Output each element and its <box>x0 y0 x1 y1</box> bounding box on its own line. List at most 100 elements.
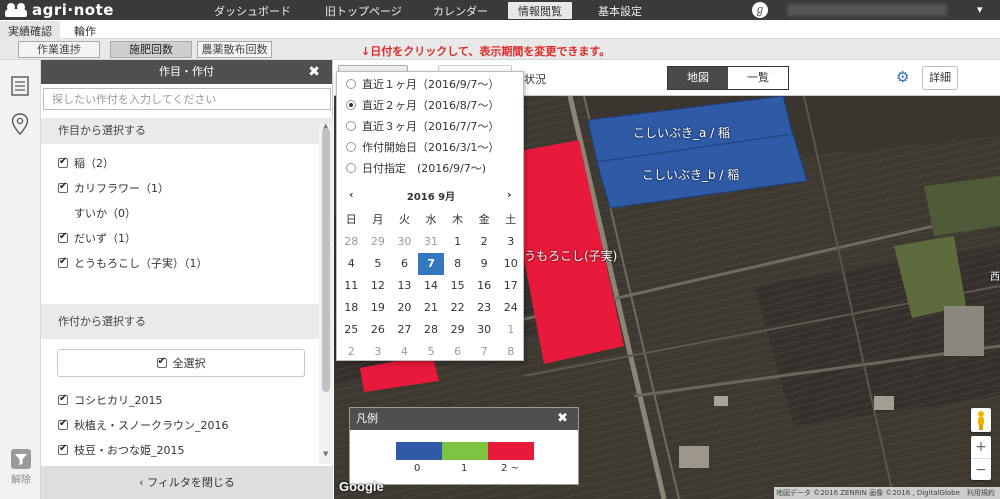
panel-scrollbar[interactable]: ▲ ▼ <box>319 122 333 464</box>
crop-row-soybean[interactable]: だいず（1） <box>41 225 333 250</box>
nav-old-top[interactable]: 旧トップページ <box>325 3 402 19</box>
calendar-day[interactable]: 16 <box>471 275 498 297</box>
map-attribution[interactable]: 地図データ ©2016 ZENRIN 画像 ©2016 , DigitalGlo… <box>774 487 1000 499</box>
user-menu-chevron-icon[interactable]: ▾ <box>977 3 983 16</box>
calendar-day[interactable]: 15 <box>444 275 471 297</box>
calendar-day[interactable]: 23 <box>471 297 498 319</box>
calendar-day[interactable]: 1 <box>497 319 524 341</box>
calendar-day[interactable]: 12 <box>365 275 392 297</box>
checkbox[interactable] <box>58 231 68 243</box>
radio[interactable] <box>346 142 356 152</box>
nav-settings[interactable]: 基本設定 <box>598 3 642 19</box>
user-name-blurred[interactable] <box>787 4 947 16</box>
calendar-day[interactable]: 29 <box>444 319 471 341</box>
calendar-day[interactable]: 1 <box>444 231 471 253</box>
calendar-day[interactable]: 2 <box>338 341 365 363</box>
calendar-day[interactable]: 5 <box>418 341 445 363</box>
radio[interactable] <box>346 163 356 173</box>
calendar-day[interactable]: 4 <box>338 253 365 275</box>
calendar-day[interactable]: 10 <box>497 253 524 275</box>
radio[interactable] <box>346 79 356 89</box>
calendar-day[interactable]: 2 <box>471 231 498 253</box>
calendar-day[interactable]: 11 <box>338 275 365 297</box>
calendar-day[interactable]: 28 <box>338 231 365 253</box>
calendar-day[interactable]: 30 <box>471 319 498 341</box>
pill-pesticide-count[interactable]: 農薬散布回数 <box>197 41 272 58</box>
street-view-pegman-icon[interactable] <box>971 408 991 432</box>
planting-row[interactable]: 秋植え・スノークラウン_2016 <box>41 412 333 437</box>
crop-row-cauliflower[interactable]: カリフラワー（1） <box>41 175 333 200</box>
filter-cancel-button[interactable]: 解除 <box>9 449 33 486</box>
tab-results[interactable]: 実績確認 <box>0 21 60 39</box>
pill-fertilize-count[interactable]: 施肥回数 <box>110 41 192 58</box>
nav-info-view[interactable]: 情報閲覧 <box>508 2 572 19</box>
gear-icon[interactable]: ⚙ <box>896 69 912 85</box>
view-list-button[interactable]: 一覧 <box>728 67 788 89</box>
pill-work-progress[interactable]: 作業進捗 <box>18 41 100 58</box>
calendar-day[interactable]: 8 <box>497 341 524 363</box>
crop-search-input[interactable] <box>43 88 331 110</box>
range-option[interactable]: 直近３ヶ月（2016/7/7〜） <box>346 118 499 134</box>
calendar-day[interactable]: 6 <box>391 253 418 275</box>
checkbox[interactable] <box>58 156 68 168</box>
crop-row-corn[interactable]: とうもろこし（子実）（1） <box>41 250 333 275</box>
calendar-day[interactable]: 26 <box>365 319 392 341</box>
user-avatar-icon[interactable]: ℊ <box>752 2 768 18</box>
calendar-day[interactable]: 7 <box>471 341 498 363</box>
radio[interactable] <box>346 100 356 110</box>
checkbox[interactable] <box>58 256 68 268</box>
app-logo[interactable]: agri·note <box>4 1 114 19</box>
calendar-day[interactable]: 19 <box>365 297 392 319</box>
calendar-day[interactable]: 24 <box>497 297 524 319</box>
calendar-day[interactable]: 31 <box>418 231 445 253</box>
calendar-day[interactable]: 22 <box>444 297 471 319</box>
checkbox[interactable] <box>58 393 68 405</box>
planting-row[interactable]: 枝豆・おつな姫_2015 <box>41 437 333 462</box>
calendar-day[interactable]: 25 <box>338 319 365 341</box>
tab-rotation[interactable]: 輪作 <box>66 21 104 39</box>
nav-dashboard[interactable]: ダッシュボード <box>214 3 291 19</box>
nav-calendar[interactable]: カレンダー <box>433 3 488 19</box>
checkbox[interactable] <box>58 418 68 430</box>
list-document-icon[interactable] <box>11 76 29 99</box>
calendar-day[interactable]: 5 <box>365 253 392 275</box>
close-icon[interactable]: ✖ <box>308 60 320 84</box>
scroll-thumb[interactable] <box>322 128 330 392</box>
range-option[interactable]: 作付開始日（2016/3/1〜） <box>346 139 499 155</box>
calendar-day[interactable]: 28 <box>418 319 445 341</box>
crop-row-rice[interactable]: 稲（2） <box>41 150 333 175</box>
close-filter-button[interactable]: ‹ フィルタを閉じる <box>41 466 333 499</box>
field-label[interactable]: こしいぶき_a / 稲 <box>633 124 730 141</box>
view-map-button[interactable]: 地図 <box>668 67 728 89</box>
close-icon[interactable]: ✖ <box>557 408 568 430</box>
calendar-day[interactable]: 8 <box>444 253 471 275</box>
calendar-day[interactable]: 30 <box>391 231 418 253</box>
checkbox[interactable] <box>58 443 68 455</box>
radio[interactable] <box>346 121 356 131</box>
scroll-down-icon[interactable]: ▼ <box>323 450 328 458</box>
calendar-day[interactable]: 3 <box>365 341 392 363</box>
calendar-day[interactable]: 27 <box>391 319 418 341</box>
select-all-button[interactable]: 全選択 <box>57 349 305 377</box>
calendar-day[interactable]: 14 <box>418 275 445 297</box>
calendar-day[interactable]: 21 <box>418 297 445 319</box>
calendar-prev-button[interactable]: ‹ <box>349 188 354 201</box>
calendar-day[interactable]: 20 <box>391 297 418 319</box>
zoom-out-button[interactable]: − <box>971 458 991 480</box>
calendar-day[interactable]: 9 <box>471 253 498 275</box>
calendar-day[interactable]: 7 <box>417 253 445 275</box>
calendar-day[interactable]: 17 <box>497 275 524 297</box>
calendar-day[interactable]: 13 <box>391 275 418 297</box>
zoom-in-button[interactable]: + <box>971 436 991 458</box>
calendar-day[interactable]: 4 <box>391 341 418 363</box>
planting-row[interactable]: コシヒカリ_2015 <box>41 387 333 412</box>
field-label[interactable]: うもろこし(子実) <box>524 247 617 264</box>
range-option[interactable]: 日付指定 (2016/9/7〜) <box>346 160 486 176</box>
calendar-day[interactable]: 6 <box>444 341 471 363</box>
range-option[interactable]: 直近１ヶ月（2016/9/7〜） <box>346 76 499 92</box>
map-pin-icon[interactable] <box>11 113 29 138</box>
calendar-next-button[interactable]: › <box>507 188 512 201</box>
calendar-day[interactable]: 3 <box>497 231 524 253</box>
checkbox[interactable] <box>58 181 68 193</box>
detail-button[interactable]: 詳細 <box>922 66 958 90</box>
